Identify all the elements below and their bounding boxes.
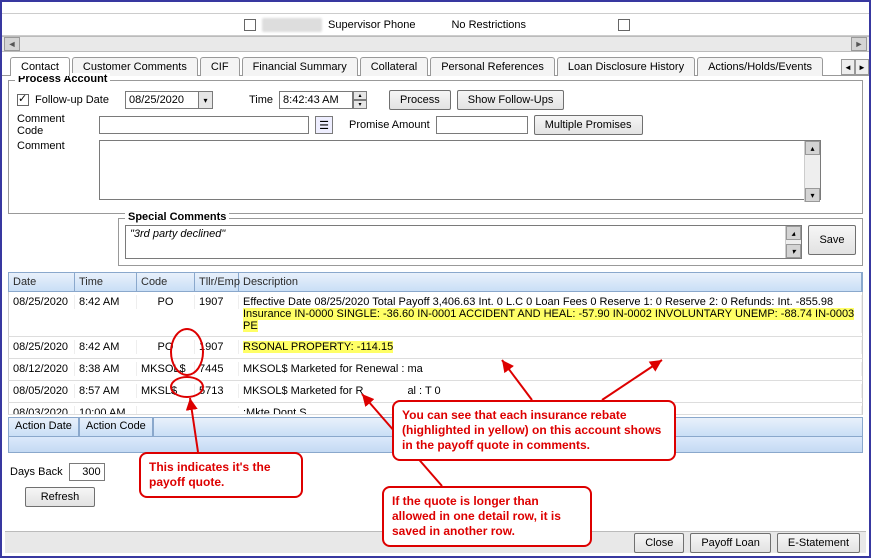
cell-desc: MKSOL$ Marketed for Renewal : ma [239,362,862,376]
redacted-field [262,18,322,32]
time-spin-up-icon[interactable]: ▴ [353,91,367,100]
top-info-row: Supervisor Phone No Restrictions [2,14,869,36]
cell-emp [195,406,239,408]
desc-text: Effective Date 08/25/2020 Total Payoff 3… [243,296,833,308]
checkbox-1[interactable] [244,19,256,31]
tab-financial-summary[interactable]: Financial Summary [242,57,358,76]
comments-grid: Date Time Code Tllr/Emp Description 08/2… [8,272,863,415]
cell-time: 8:42 AM [75,340,137,354]
time-spin-down-icon[interactable]: ▾ [353,100,367,109]
desc-highlight: RSONAL PROPERTY: -114.15 [243,341,393,353]
annotation-box-3: If the quote is longer than allowed in o… [382,486,592,547]
annotation-box-1: This indicates it's the payoff quote. [139,452,303,498]
window-top-edge [2,2,869,14]
cell-emp: 7445 [195,362,239,376]
close-button[interactable]: Close [634,533,684,553]
followup-checkbox[interactable]: ✓ [17,94,29,106]
tab-scroll-right-icon[interactable]: ► [855,59,869,75]
checkbox-2[interactable] [618,19,630,31]
special-comments-title: Special Comments [125,211,229,223]
desc-highlight: Insurance IN-0000 SINGLE: -36.60 IN-0001… [243,308,854,332]
cell-date: 08/25/2020 [9,340,75,354]
cell-date: 08/05/2020 [9,384,75,398]
payoff-loan-button[interactable]: Payoff Loan [690,533,771,553]
supervisor-phone-label: Supervisor Phone [328,19,415,31]
comment-code-input[interactable] [99,116,309,134]
table-row[interactable]: 08/12/2020 8:38 AM MKSOL$ 7445 MKSOL$ Ma… [8,359,863,381]
tab-cif[interactable]: CIF [200,57,240,76]
col-header-date[interactable]: Date [9,273,75,291]
promise-amount-label: Promise Amount [349,119,430,131]
cell-desc: Effective Date 08/25/2020 Total Payoff 3… [239,295,862,333]
promise-amount-input[interactable] [436,116,528,134]
save-button[interactable]: Save [808,225,856,255]
tab-loan-disclosure-history[interactable]: Loan Disclosure History [557,57,695,76]
refresh-button[interactable]: Refresh [25,487,95,507]
col-header-desc[interactable]: Description [239,273,862,291]
cell-time: 8:38 AM [75,362,137,376]
horizontal-scrollbar[interactable]: ◄ ► [2,36,869,52]
annotation-box-2: You can see that each insurance rebate (… [392,400,676,461]
cell-date: 08/25/2020 [9,295,75,309]
comment-textarea[interactable] [99,140,821,200]
days-back-label: Days Back [10,466,63,478]
followup-date-label: Follow-up Date [35,94,109,106]
grid-header-row: Date Time Code Tllr/Emp Description [8,272,863,292]
scroll-left-icon[interactable]: ◄ [4,37,20,51]
col-header-action-date[interactable]: Action Date [8,417,79,437]
col-header-action-code[interactable]: Action Code [79,417,153,437]
multiple-promises-button[interactable]: Multiple Promises [534,115,643,135]
comment-code-label: Comment Code [17,113,93,137]
cell-code: MKSOL$ [137,362,195,376]
tab-personal-references[interactable]: Personal References [430,57,555,76]
cell-code: MKSL$ [137,384,195,398]
comment-code-lookup-icon[interactable]: ☰ [315,116,333,134]
followup-date-input[interactable] [125,91,199,109]
tab-contact[interactable]: Contact [10,57,70,76]
col-header-time[interactable]: Time [75,273,137,291]
cell-code: PO [137,295,195,309]
special-comments-group: Special Comments "3rd party declined" ▴ … [118,218,863,266]
tab-bar: Contact Customer Comments CIF Financial … [2,52,869,76]
cell-emp: 1907 [195,295,239,309]
cell-date: 08/03/2020 [9,406,75,415]
days-back-input[interactable] [69,463,105,481]
special-scroll-up-icon[interactable]: ▴ [786,226,801,240]
process-button[interactable]: Process [389,90,451,110]
comment-label: Comment [17,140,93,152]
table-row[interactable]: 08/25/2020 8:42 AM PO 1907 RSONAL PROPER… [8,337,863,359]
comment-scroll-up-icon[interactable]: ▴ [805,141,820,155]
col-header-emp[interactable]: Tllr/Emp [195,273,239,291]
no-restrictions-label: No Restrictions [451,19,526,31]
cell-time: 8:57 AM [75,384,137,398]
scroll-right-icon[interactable]: ► [851,37,867,51]
special-scroll-down-icon[interactable]: ▾ [786,244,801,258]
comment-scroll-down-icon[interactable]: ▾ [805,188,820,202]
desc-text: MKSOL$ Marketed for R [243,385,363,397]
cell-emp: 5713 [195,384,239,398]
time-label: Time [249,94,273,106]
tab-collateral[interactable]: Collateral [360,57,428,76]
tab-actions-holds-events[interactable]: Actions/Holds/Events [697,57,823,76]
cell-time: 10:00 AM [75,406,137,415]
date-dropdown-icon[interactable]: ▾ [199,91,213,109]
special-comments-text[interactable]: "3rd party declined" [130,228,225,240]
cell-code [137,406,195,408]
cell-desc: MKSOL$ Marketed for R al : T 0 [239,384,862,398]
e-statement-button[interactable]: E-Statement [777,533,860,553]
cell-desc: RSONAL PROPERTY: -114.15 [239,340,862,354]
cell-time: 8:42 AM [75,295,137,309]
col-header-code[interactable]: Code [137,273,195,291]
show-followups-button[interactable]: Show Follow-Ups [457,90,565,110]
tab-scroll-left-icon[interactable]: ◄ [841,59,855,75]
desc-text-tail: al : T 0 [407,385,440,397]
cell-date: 08/12/2020 [9,362,75,376]
cell-emp: 1907 [195,340,239,354]
table-row[interactable]: 08/25/2020 8:42 AM PO 1907 Effective Dat… [8,292,863,337]
time-input[interactable] [279,91,353,109]
process-account-group: Process Account ✓ Follow-up Date ▾ Time … [8,80,863,214]
cell-code: PO [137,340,195,354]
